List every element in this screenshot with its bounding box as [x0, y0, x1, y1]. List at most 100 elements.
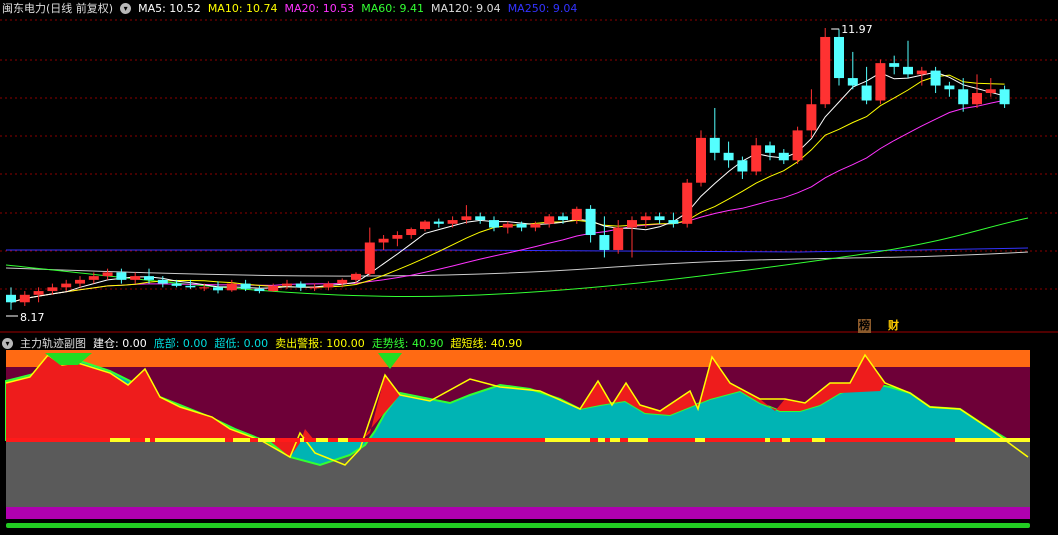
sub-info-bar: ▾ 主力轨迹副图 建仓: 0.00 底部: 0.00 超低: 0.00 卖出警报… [0, 335, 522, 353]
candle-down [723, 152, 734, 161]
candle-down [765, 145, 775, 153]
main-info-bar: 闽东电力(日线 前复权) ▾ MA5: 10.52 MA10: 10.74 MA… [0, 0, 577, 18]
green-base-bar [6, 523, 1030, 528]
candle-up [502, 223, 513, 228]
candle-up [268, 285, 279, 292]
candle-up [75, 279, 85, 284]
candle-up [282, 283, 292, 286]
candle-up [682, 182, 693, 224]
sub-settings-icon[interactable]: ▾ [2, 338, 13, 349]
candle-up [378, 238, 389, 243]
main-chart[interactable]: 11.97 8.17 [0, 0, 1058, 333]
build-value: 建仓: 0.00 [93, 337, 147, 350]
candle-down [144, 276, 154, 280]
candle-up [751, 145, 762, 172]
candle-down [6, 294, 16, 303]
candle-up [972, 93, 982, 105]
magenta-band [6, 507, 1030, 519]
candle-up [530, 223, 541, 228]
bottom-value: 底部: 0.00 [153, 337, 208, 350]
candle-up [613, 227, 624, 250]
candle-up [102, 272, 113, 277]
candle-up [19, 294, 30, 303]
main-title: 闽东电力(日线 前复权) [2, 2, 114, 15]
candle-down [157, 279, 168, 284]
ma10-value: MA10: 10.74 [207, 2, 278, 15]
ma120-line [5, 251, 1029, 277]
candle-up [199, 287, 210, 289]
candle-down [254, 288, 265, 292]
candle-down [433, 221, 444, 224]
candle-down [654, 216, 665, 221]
ma20-line [10, 99, 1005, 303]
candle-up [447, 220, 458, 224]
candle-down [834, 36, 844, 79]
candle-down [489, 220, 499, 228]
candle-up [806, 104, 817, 131]
candle-down [944, 85, 955, 90]
candle-up [351, 273, 361, 280]
candle-up [130, 276, 141, 280]
candle-up [461, 216, 472, 221]
candle-up [792, 130, 803, 161]
candle-down [295, 283, 306, 288]
candle-up [820, 36, 831, 105]
sub-chart-panel[interactable]: ▾ 主力轨迹副图 建仓: 0.00 底部: 0.00 超低: 0.00 卖出警报… [0, 333, 1058, 535]
candle-up [696, 137, 706, 183]
candle-down [958, 89, 969, 105]
candle-down [516, 223, 527, 228]
candle-down [116, 272, 127, 280]
candle-down [930, 70, 941, 86]
ma5-line [10, 71, 1005, 303]
candle-up [985, 89, 996, 94]
candle-down [999, 89, 1010, 105]
candle-up [61, 283, 72, 288]
candle-down [778, 152, 789, 161]
candle-down [599, 235, 610, 250]
candle-down [889, 63, 900, 67]
candle-up [323, 283, 334, 288]
candle-up [406, 229, 417, 236]
rank-tag[interactable]: 榜 [858, 319, 871, 333]
candle-up [916, 70, 927, 75]
main-settings-icon[interactable]: ▾ [120, 3, 132, 14]
candle-down [903, 66, 913, 75]
candle-up [226, 283, 237, 291]
sub-title: 主力轨迹副图 [20, 337, 86, 350]
trend-line-value: 走势线: 40.90 [371, 337, 444, 350]
low-price-label: 8.17 [20, 311, 45, 324]
candle-up [337, 279, 348, 284]
ultralow-value: 超低: 0.00 [214, 337, 269, 350]
candle-down [240, 283, 251, 289]
sell-alert-value: 卖出警报: 100.00 [275, 337, 365, 350]
main-chart-panel[interactable]: 11.97 8.17 闽东电力(日线 前复权) ▾ MA5: 10.52 MA10… [0, 0, 1058, 333]
candle-down [558, 216, 568, 221]
sub-chart[interactable] [0, 333, 1058, 535]
ma5-value: MA5: 10.52 [138, 2, 201, 15]
candle-up [544, 216, 555, 224]
candle-down [475, 216, 486, 221]
ma250-value: MA250: 9.04 [507, 2, 578, 15]
candle-down [213, 287, 223, 291]
candle-up [88, 276, 99, 280]
candle-up [47, 287, 58, 292]
candle-up [627, 220, 637, 228]
candle-up [309, 287, 320, 289]
short-line-value: 超短线: 40.90 [450, 337, 523, 350]
candle-up [640, 216, 651, 221]
ma120-value: MA120: 9.04 [430, 2, 501, 15]
candle-up [420, 221, 430, 230]
candle-down [737, 160, 748, 172]
candle-up [392, 235, 403, 239]
candle-down [171, 283, 182, 286]
ma60-value: MA60: 9.41 [361, 2, 424, 15]
candle-up [33, 291, 44, 295]
candle-down [585, 208, 596, 236]
candle-up [364, 242, 375, 274]
candle-up [875, 63, 886, 101]
finance-tag[interactable]: 财 [887, 319, 900, 333]
candle-down [861, 85, 872, 101]
high-price-label: 11.97 [841, 23, 873, 36]
ma20-value: MA20: 10.53 [284, 2, 355, 15]
candle-down [668, 220, 679, 224]
